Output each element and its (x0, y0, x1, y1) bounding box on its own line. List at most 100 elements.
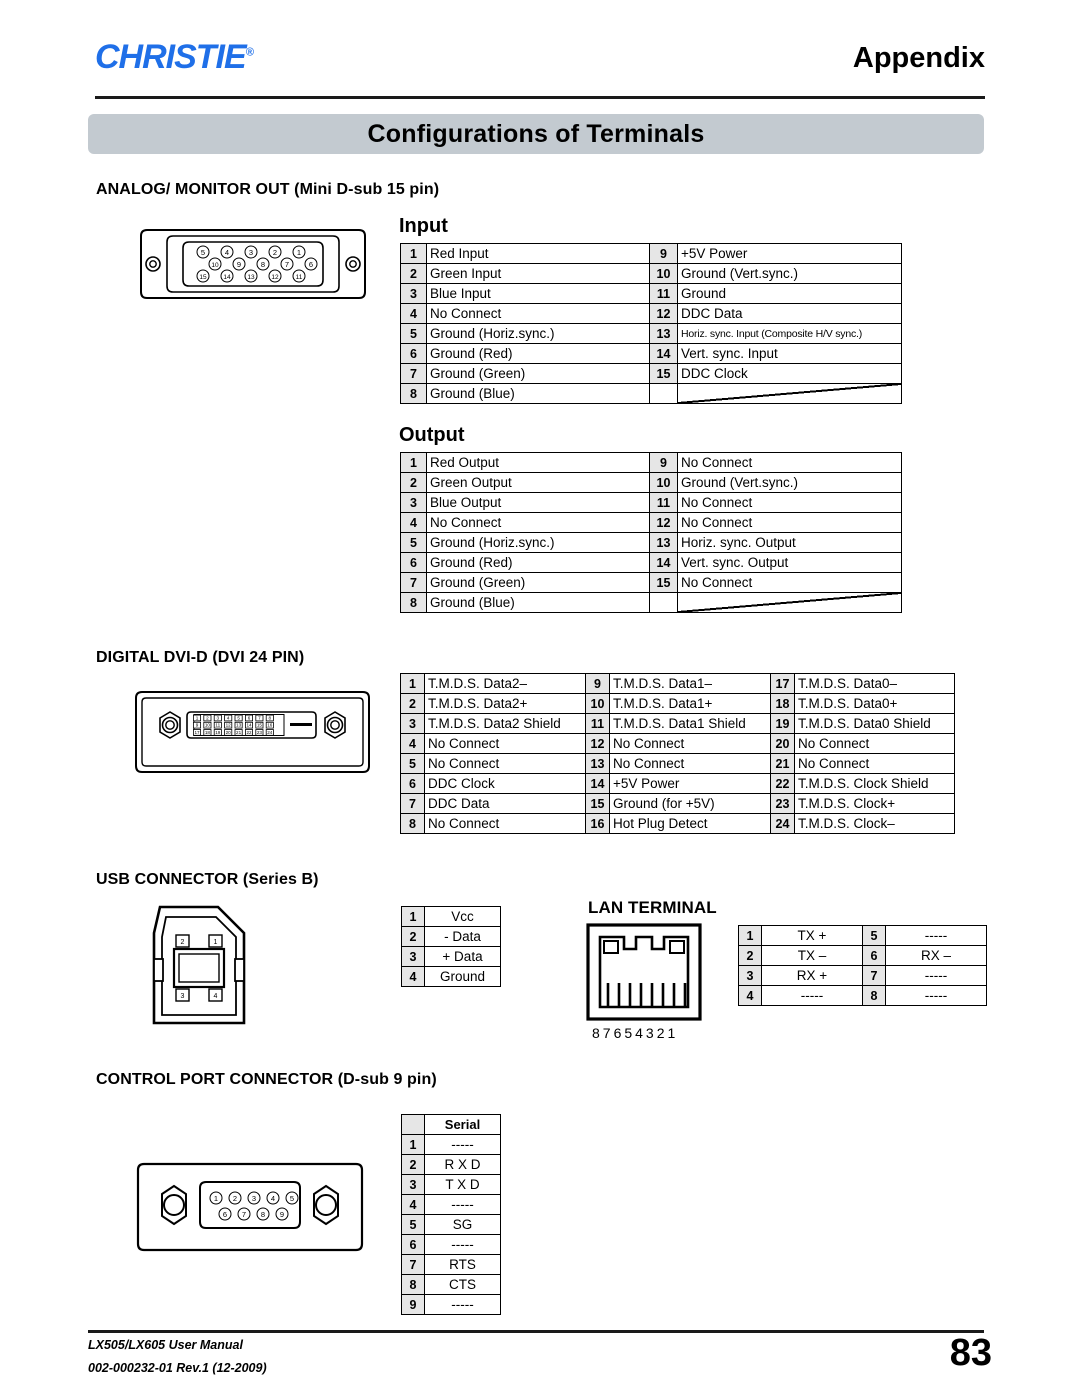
svg-text:3: 3 (252, 1194, 256, 1203)
pin-number: 8 (400, 813, 425, 834)
pin-signal: Blue Input (426, 283, 650, 304)
table-row: 3 + Data (401, 946, 501, 967)
svg-text:8: 8 (261, 1210, 265, 1219)
corner-cell (401, 1114, 425, 1135)
svg-text:9: 9 (237, 260, 241, 269)
pin-number: 2 (401, 1154, 425, 1175)
pin-number: 4 (401, 1194, 425, 1215)
pin-signal: Red Input (426, 243, 650, 264)
pin-number: 1 (400, 243, 427, 264)
table-row: 6 ----- (401, 1234, 501, 1255)
svg-text:8: 8 (269, 715, 272, 720)
label-input: Input (399, 215, 448, 237)
table-row: 2 Green Output 10 Ground (Vert.sync.) (400, 472, 902, 493)
pin-signal: Ground (Blue) (426, 383, 650, 404)
pin-number: 6 (400, 773, 425, 794)
table-row: 3T X D (401, 1174, 501, 1195)
svg-text:23: 23 (257, 730, 263, 735)
pin-signal: Ground (Red) (426, 343, 650, 364)
svg-text:3: 3 (181, 993, 185, 1000)
pin-number: 9 (649, 452, 678, 473)
svg-text:8: 8 (261, 260, 265, 269)
pin-number: 6 (862, 945, 886, 966)
pin-signal: No Connect (424, 753, 586, 774)
svg-text:4: 4 (227, 715, 230, 720)
pin-number: 6 (401, 1234, 425, 1255)
pin-number: 4 (400, 512, 427, 533)
pin-signal: Vert. sync. Output (677, 552, 902, 573)
pin-signal: Ground (Green) (426, 363, 650, 384)
svg-text:13: 13 (236, 723, 242, 728)
svg-text:9: 9 (280, 1210, 284, 1219)
table-row: 4 No Connect 12 No Connect (400, 512, 902, 533)
svg-text:4: 4 (225, 248, 229, 257)
pin-number: 15 (585, 793, 610, 814)
pin-number: 4 (400, 733, 425, 754)
pin-number: 4 (738, 985, 762, 1006)
svg-text:18: 18 (205, 730, 211, 735)
label-output: Output (399, 424, 465, 446)
table-body: 1 Red Input 9 +5V Power 2 Green Input 10 Ground… (400, 243, 902, 404)
pin-signal: CTS (424, 1274, 501, 1295)
pin-number: 11 (649, 492, 678, 513)
pin-signal (677, 592, 902, 613)
heading-lan-terminal: LAN TERMINAL (588, 898, 717, 917)
pin-number: 18 (770, 693, 795, 714)
pin-signal: Ground (Vert.sync.) (677, 472, 902, 493)
table-row: 4 Ground (401, 966, 501, 987)
svg-text:3: 3 (217, 715, 220, 720)
pin-signal: DDC Data (424, 793, 586, 814)
pin-number: 3 (400, 492, 427, 513)
svg-text:15: 15 (257, 723, 263, 728)
pin-signal: ----- (424, 1234, 501, 1255)
manual-page: CHRISTIE® Appendix Configurations of Ter… (0, 0, 1080, 1397)
svg-text:5: 5 (201, 248, 205, 257)
table-row: 1 Vcc (401, 906, 501, 927)
svg-text:1: 1 (214, 939, 218, 946)
table-row: 8 CTS (401, 1274, 501, 1295)
svg-text:12: 12 (271, 274, 279, 281)
pin-signal: Vcc (424, 906, 501, 927)
pin-signal: DDC Data (677, 303, 902, 324)
pin-signal: T.M.D.S. Data0 Shield (794, 713, 955, 734)
table-row: 2 T.M.D.S. Data2+ 10 T.M.D.S. Data1+ 18 T.M.D… (400, 693, 955, 714)
christie-logo-text: CHRISTIE (95, 38, 247, 76)
christie-logo: CHRISTIE® (95, 38, 254, 77)
pin-signal: No Connect (609, 753, 771, 774)
pin-number: 2 (400, 693, 425, 714)
table-row: 1 ----- (401, 1134, 501, 1155)
svg-text:2: 2 (181, 939, 185, 946)
svg-text:10: 10 (205, 723, 211, 728)
pin-signal: DDC Clock (677, 363, 902, 384)
table-row: 6 Ground (Red) 14 Vert. sync. Input (400, 343, 902, 364)
pin-number: 2 (401, 926, 425, 947)
table-row: 4 ----- (401, 1194, 501, 1215)
table-row: 3 T.M.D.S. Data2 Shield 11 T.M.D.S. Data1 S… (400, 713, 955, 734)
pin-signal: TX + (761, 925, 863, 946)
svg-text:4: 4 (214, 993, 218, 1000)
pin-number: 9 (401, 1294, 425, 1315)
pin-signal: Ground (Red) (426, 552, 650, 573)
table-row: 8 Ground (Blue) (400, 592, 902, 613)
pin-number: 8 (400, 383, 427, 404)
svg-text:6: 6 (309, 260, 313, 269)
pin-signal: No Connect (677, 512, 902, 533)
pin-signal: T.M.D.S. Data2 Shield (424, 713, 586, 734)
svg-text:2: 2 (233, 1194, 237, 1203)
pin-signal: T X D (424, 1174, 501, 1195)
page-number: 83 (949, 1332, 992, 1374)
pin-number: 12 (649, 512, 678, 533)
table-body: 1 TX +5 ----- 2 TX –6 RX –3 RX +7 ----- 4 ----- 8-… (738, 925, 987, 1006)
table-row: 4 No Connect 12 No Connect 20 No Connect (400, 733, 955, 754)
pin-signal (677, 383, 902, 404)
pin-number: 19 (770, 713, 795, 734)
pin-number: 3 (400, 283, 427, 304)
pin-number: 4 (400, 303, 427, 324)
pin-signal: T.M.D.S. Data2+ (424, 693, 586, 714)
table-row: 4 No Connect 12 DDC Data (400, 303, 902, 324)
pin-signal: ----- (761, 985, 863, 1006)
pin-number: 6 (400, 343, 427, 364)
svg-text:22: 22 (246, 730, 252, 735)
table-row: 1 Red Input 9 +5V Power (400, 243, 902, 264)
svg-text:5: 5 (237, 715, 240, 720)
